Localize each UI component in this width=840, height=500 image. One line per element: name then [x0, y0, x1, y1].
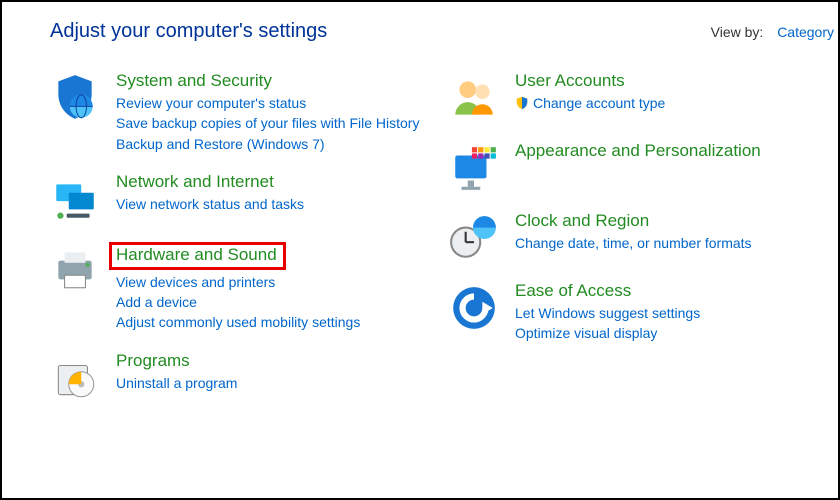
category-programs: ProgramsUninstall a program — [50, 351, 439, 403]
category-title-system-and-security[interactable]: System and Security — [116, 71, 272, 91]
link-backup-and-restore-windows-7[interactable]: Backup and Restore (Windows 7) — [116, 134, 439, 154]
link-review-your-computer-s-status[interactable]: Review your computer's status — [116, 93, 439, 113]
viewby-value[interactable]: Category — [777, 24, 834, 40]
category-ease-of-access: Ease of AccessLet Windows suggest settin… — [449, 281, 838, 344]
link-adjust-commonly-used-mobility-settings[interactable]: Adjust commonly used mobility settings — [116, 312, 439, 332]
users-icon — [449, 73, 499, 123]
link-change-date-time-or-number-formats[interactable]: Change date, time, or number formats — [515, 233, 838, 253]
page-title: Adjust your computer's settings — [50, 20, 327, 43]
category-hardware-and-sound: Hardware and SoundView devices and print… — [50, 242, 439, 333]
category-title-hardware-and-sound[interactable]: Hardware and Sound — [109, 242, 286, 270]
category-title-clock-and-region[interactable]: Clock and Region — [515, 211, 649, 231]
category-title-ease-of-access[interactable]: Ease of Access — [515, 281, 631, 301]
printer-icon — [50, 244, 100, 294]
uac-shield-icon — [515, 96, 529, 110]
viewby-label: View by: Category — [711, 24, 838, 40]
link-view-network-status-and-tasks[interactable]: View network status and tasks — [116, 194, 439, 214]
clock-icon — [449, 213, 499, 263]
category-user-accounts: User AccountsChange account type — [449, 71, 838, 123]
category-title-network-and-internet[interactable]: Network and Internet — [116, 172, 274, 192]
category-network-and-internet: Network and InternetView network status … — [50, 172, 439, 224]
category-title-user-accounts[interactable]: User Accounts — [515, 71, 625, 91]
link-add-a-device[interactable]: Add a device — [116, 292, 439, 312]
link-change-account-type[interactable]: Change account type — [515, 93, 838, 113]
link-uninstall-a-program[interactable]: Uninstall a program — [116, 373, 439, 393]
shield-globe-icon — [50, 73, 100, 123]
network-icon — [50, 174, 100, 224]
category-title-appearance-and-personalization[interactable]: Appearance and Personalization — [515, 141, 761, 161]
link-optimize-visual-display[interactable]: Optimize visual display — [515, 323, 838, 343]
category-clock-and-region: Clock and RegionChange date, time, or nu… — [449, 211, 838, 263]
programs-icon — [50, 353, 100, 403]
category-title-programs[interactable]: Programs — [116, 351, 190, 371]
category-appearance-and-personalization: Appearance and Personalization — [449, 141, 838, 193]
link-let-windows-suggest-settings[interactable]: Let Windows suggest settings — [515, 303, 838, 323]
link-view-devices-and-printers[interactable]: View devices and printers — [116, 272, 439, 292]
link-save-backup-copies-of-your-files-with-file-history[interactable]: Save backup copies of your files with Fi… — [116, 113, 439, 133]
ease-icon — [449, 283, 499, 333]
category-system-and-security: System and SecurityReview your computer'… — [50, 71, 439, 154]
appearance-icon — [449, 143, 499, 193]
